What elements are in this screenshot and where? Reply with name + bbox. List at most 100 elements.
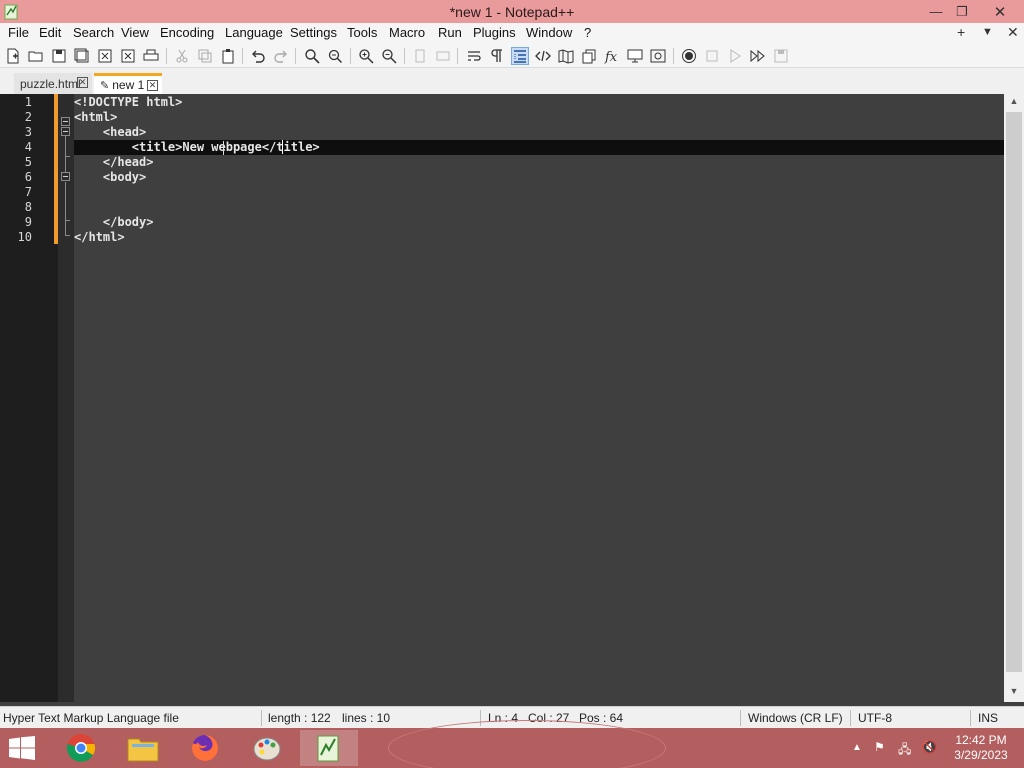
modified-pencil-icon: ✎ <box>100 79 110 92</box>
save-icon[interactable] <box>50 47 68 65</box>
close-file-icon[interactable] <box>96 47 114 65</box>
tab-close-icon[interactable]: ✕ <box>77 77 88 88</box>
tab-list-dropdown-icon[interactable]: ▼ <box>982 26 993 38</box>
code-line[interactable]: <head> <box>74 125 146 139</box>
tray-chevron-icon[interactable]: ▲ <box>852 742 862 753</box>
file-explorer-icon[interactable] <box>114 730 172 766</box>
notepadpp-icon[interactable] <box>300 730 358 766</box>
fold-toggle-icon[interactable] <box>61 117 70 126</box>
line-number: 6 <box>24 170 32 184</box>
line-number-margin: 1 2 3 4 5 6 7 8 9 10 <box>0 94 54 702</box>
monitoring-icon[interactable] <box>649 47 667 65</box>
chrome-icon[interactable] <box>52 730 110 766</box>
document-map-icon[interactable] <box>557 47 575 65</box>
xml-tag-icon[interactable] <box>534 47 552 65</box>
fold-toggle-icon[interactable] <box>61 127 70 136</box>
new-tab-icon[interactable]: + <box>957 24 965 40</box>
volume-muted-icon[interactable]: 🔇 <box>922 740 937 754</box>
close-tab-icon[interactable]: ✕ <box>1007 24 1019 41</box>
status-length: length : 122 <box>268 711 331 725</box>
find-icon[interactable] <box>303 47 321 65</box>
system-clock[interactable]: 12:42 PM 3/29/2023 <box>946 733 1016 763</box>
open-file-icon[interactable] <box>27 47 45 65</box>
tab-label: new 1 <box>112 78 145 92</box>
menu-bar: File Edit Search View Encoding Language … <box>0 23 1024 43</box>
folder-as-workspace-icon[interactable] <box>626 47 644 65</box>
print-icon[interactable] <box>142 47 160 65</box>
scroll-down-arrow-icon[interactable]: ▼ <box>1004 686 1024 702</box>
copy-icon[interactable] <box>196 47 214 65</box>
paint-icon[interactable] <box>238 730 296 766</box>
windows-start-icon[interactable] <box>8 736 36 760</box>
status-encoding[interactable]: UTF-8 <box>858 711 892 725</box>
code-line[interactable]: <html> <box>74 110 117 124</box>
line-number: 2 <box>24 110 32 124</box>
close-window-button[interactable]: ✕ <box>984 0 1016 23</box>
status-filetype: Hyper Text Markup Language file <box>3 711 179 725</box>
tab-puzzle-html[interactable]: puzzle.html ✕ <box>14 73 92 94</box>
scrollbar-thumb[interactable] <box>1006 112 1022 672</box>
tab-new-1[interactable]: ✎ new 1 ✕ <box>94 73 162 94</box>
stop-record-icon[interactable] <box>703 47 721 65</box>
redo-icon[interactable] <box>272 47 290 65</box>
line-number: 8 <box>24 200 32 214</box>
menu-tools[interactable]: Tools <box>347 25 377 40</box>
sync-vertical-icon[interactable] <box>411 47 429 65</box>
undo-icon[interactable] <box>249 47 267 65</box>
status-eol[interactable]: Windows (CR LF) <box>748 711 843 725</box>
firefox-icon[interactable] <box>176 730 234 766</box>
line-number: 7 <box>24 185 32 199</box>
status-insert-mode[interactable]: INS <box>978 711 998 725</box>
window-title: *new 1 - Notepad++ <box>449 4 575 20</box>
menu-settings[interactable]: Settings <box>290 25 337 40</box>
new-file-icon[interactable] <box>4 47 22 65</box>
cut-icon[interactable] <box>173 47 191 65</box>
code-line[interactable]: <body> <box>74 170 146 184</box>
vertical-scrollbar[interactable]: ▲ ▼ <box>1004 94 1024 702</box>
fold-toggle-icon[interactable] <box>61 172 70 181</box>
menu-plugins[interactable]: Plugins <box>473 25 516 40</box>
scroll-up-arrow-icon[interactable]: ▲ <box>1004 96 1024 112</box>
replace-icon[interactable] <box>326 47 344 65</box>
indent-guide-icon[interactable] <box>511 47 529 65</box>
zoom-in-icon[interactable] <box>357 47 375 65</box>
document-list-icon[interactable] <box>580 47 598 65</box>
fold-line <box>65 137 66 156</box>
tab-bar: puzzle.html ✕ ✎ new 1 ✕ <box>0 68 1024 94</box>
code-line[interactable]: </head> <box>74 155 154 169</box>
menu-encoding[interactable]: Encoding <box>160 25 214 40</box>
menu-view[interactable]: View <box>121 25 149 40</box>
line-number: 1 <box>24 95 32 109</box>
status-lines: lines : 10 <box>342 711 391 725</box>
show-all-chars-icon[interactable] <box>488 47 506 65</box>
code-line[interactable]: <!DOCTYPE html> <box>74 95 182 109</box>
save-all-icon[interactable] <box>73 47 91 65</box>
code-text[interactable]: <!DOCTYPE html> <html> <head> <title>New… <box>74 94 1004 702</box>
code-line[interactable]: </body> <box>74 215 154 229</box>
run-macro-multiple-icon[interactable] <box>749 47 767 65</box>
save-macro-icon[interactable] <box>772 47 790 65</box>
play-macro-icon[interactable] <box>726 47 744 65</box>
menu-help[interactable]: ? <box>584 25 591 40</box>
menu-macro[interactable]: Macro <box>389 25 425 40</box>
word-wrap-icon[interactable] <box>465 47 483 65</box>
paste-icon[interactable] <box>219 47 237 65</box>
maximize-button[interactable]: ❐ <box>946 0 978 23</box>
zoom-out-icon[interactable] <box>380 47 398 65</box>
tab-close-icon[interactable]: ✕ <box>147 80 158 91</box>
menu-edit[interactable]: Edit <box>39 25 61 40</box>
close-all-icon[interactable] <box>119 47 137 65</box>
code-line[interactable]: </html> <box>74 230 125 244</box>
menu-file[interactable]: File <box>8 25 29 40</box>
action-center-flag-icon[interactable]: ⚑ <box>874 740 885 754</box>
record-macro-icon[interactable] <box>680 47 698 65</box>
network-icon[interactable]: 🖧 <box>898 740 911 761</box>
editor-area[interactable]: 1 2 3 4 5 6 7 8 9 10 <!DOCTYPE html> <ht… <box>0 94 1024 702</box>
menu-language[interactable]: Language <box>225 25 283 40</box>
menu-search[interactable]: Search <box>73 25 114 40</box>
function-list-icon[interactable]: fx <box>603 47 621 65</box>
menu-window[interactable]: Window <box>526 25 572 40</box>
menu-run[interactable]: Run <box>438 25 462 40</box>
sync-horizontal-icon[interactable] <box>434 47 452 65</box>
line-number: 9 <box>24 215 32 229</box>
